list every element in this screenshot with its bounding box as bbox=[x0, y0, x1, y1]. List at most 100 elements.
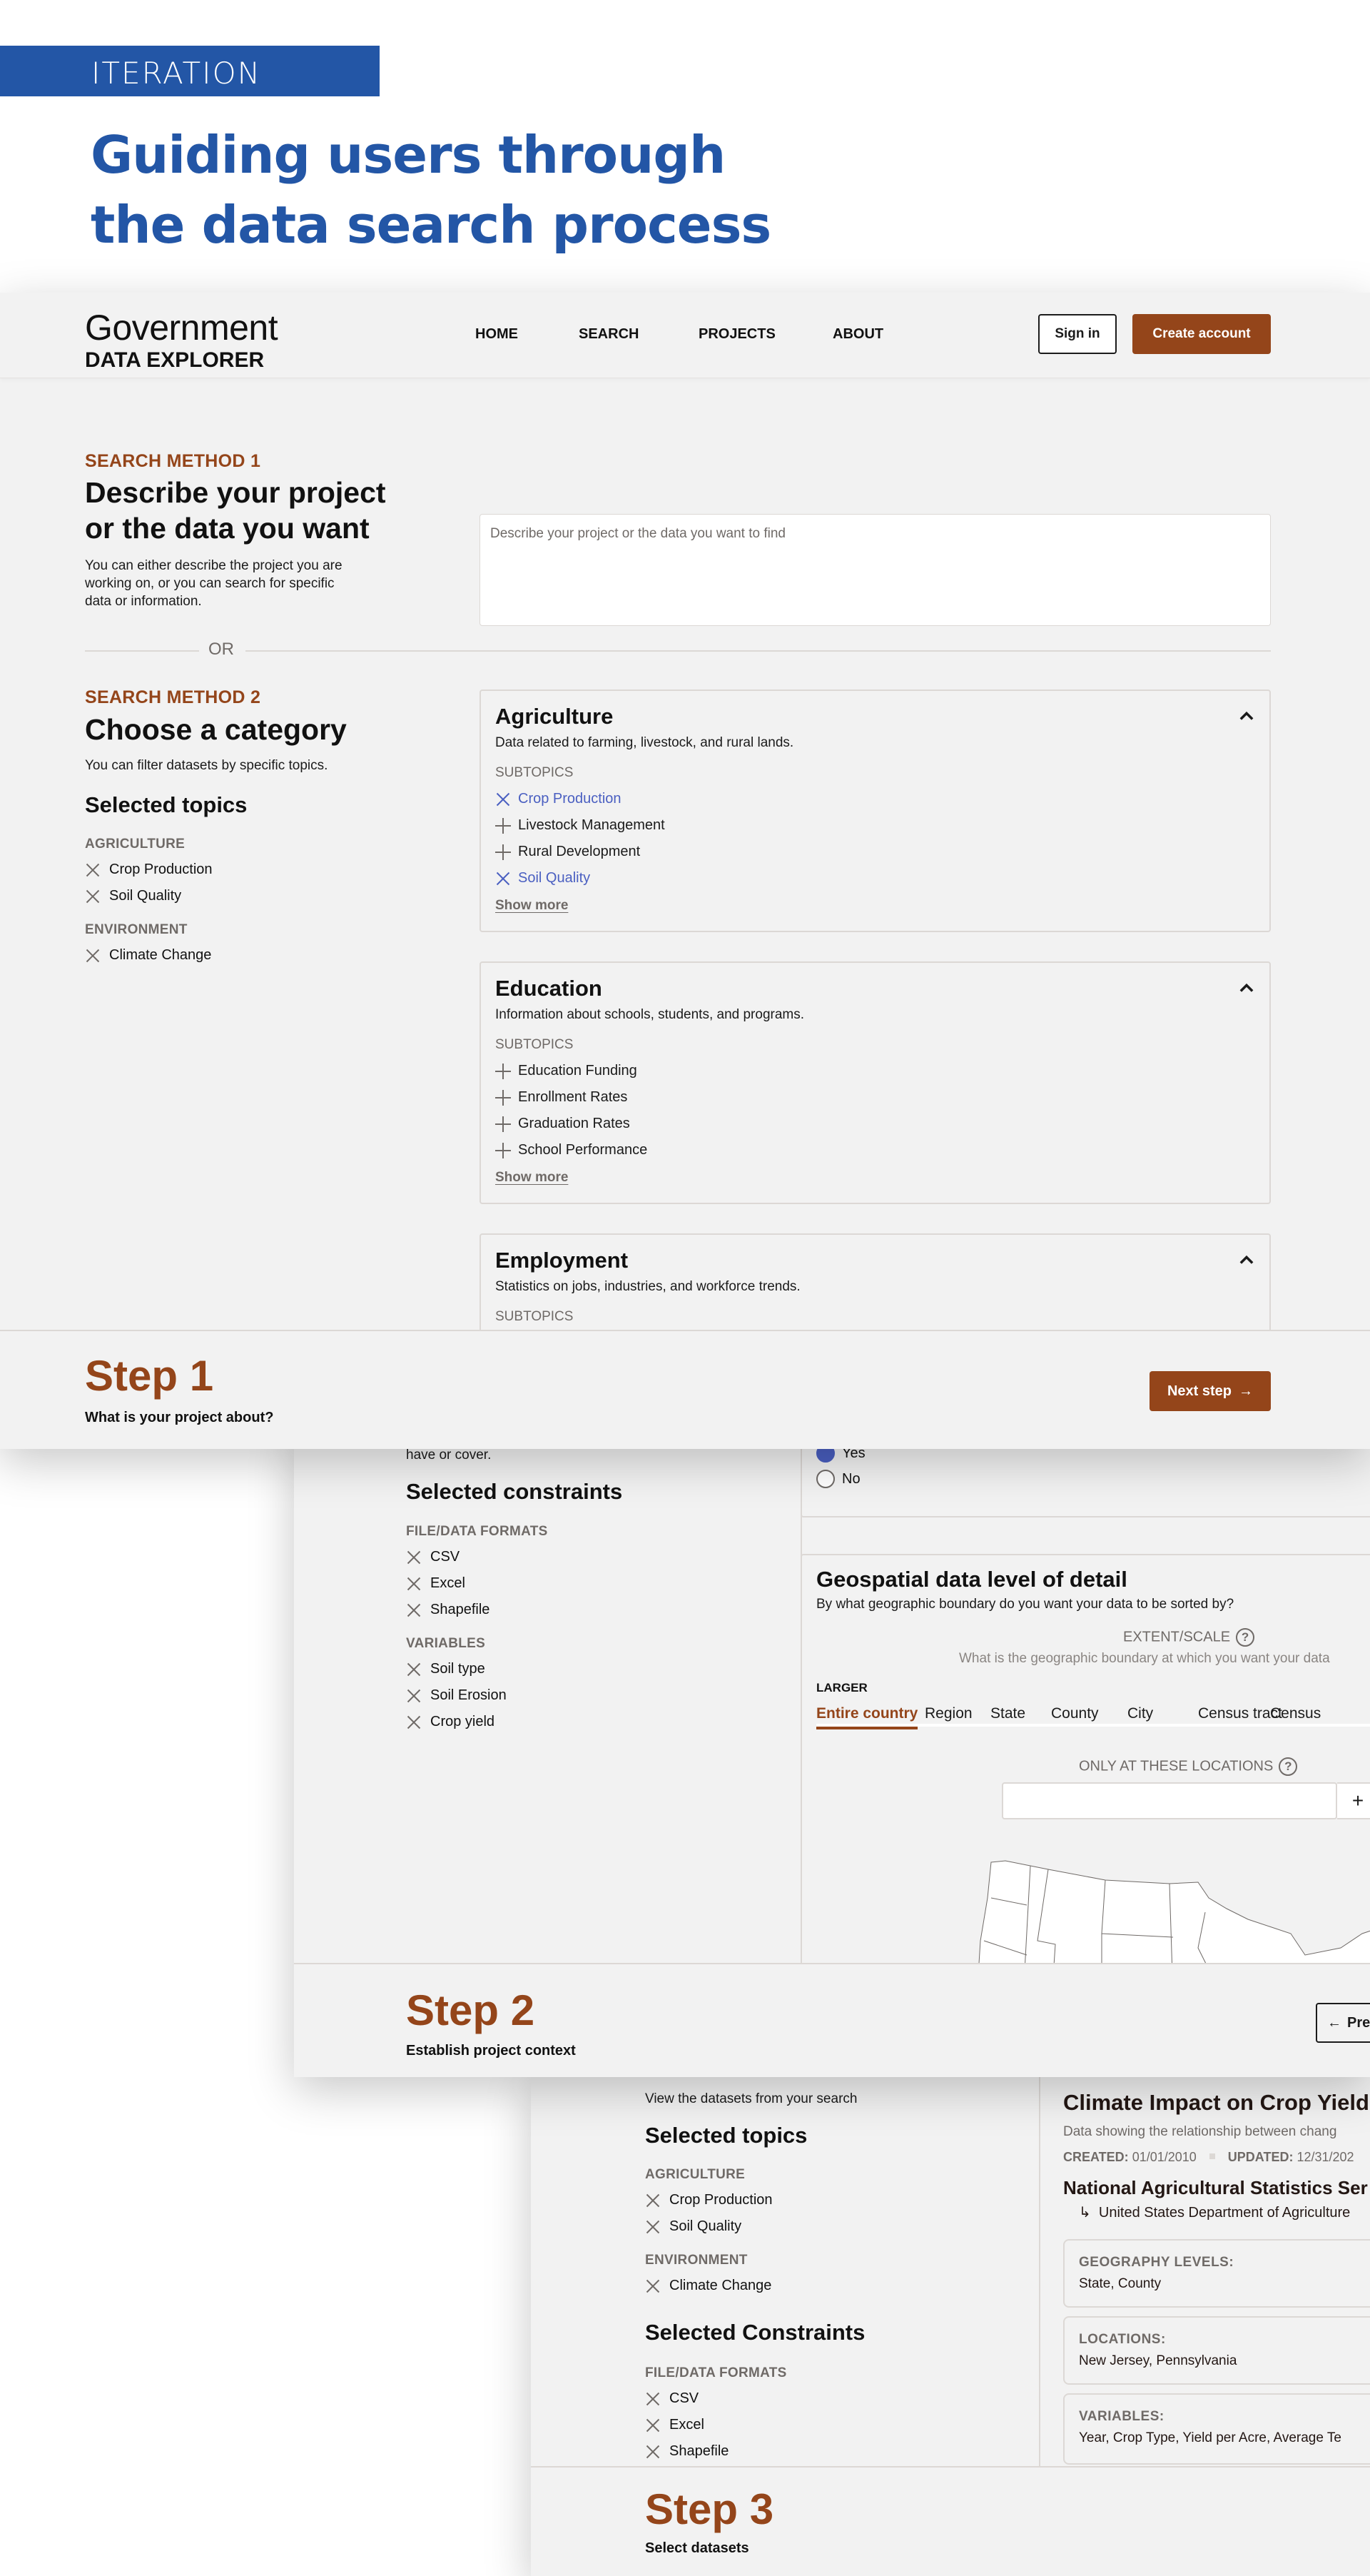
dataset-card[interactable]: Climate Impact on Crop Yield Data showin… bbox=[1040, 2070, 1370, 2466]
radio-unchecked-icon[interactable] bbox=[816, 1470, 835, 1488]
subtopics-label: SUBTOPICS bbox=[495, 1037, 574, 1052]
subtopic-item[interactable]: Soil Quality bbox=[495, 870, 590, 887]
selected-topic-chip[interactable]: Soil Quality bbox=[85, 888, 181, 904]
selected-topic-chip[interactable]: Soil Quality bbox=[645, 2218, 741, 2235]
chevron-up-icon[interactable] bbox=[1237, 979, 1257, 999]
selected-topic-chip[interactable]: Climate Change bbox=[645, 2278, 771, 2294]
add-plus-icon bbox=[495, 1089, 511, 1106]
step-title: Step 2 bbox=[406, 1986, 535, 2034]
method1-desc-line-2: working on, or you can search for specif… bbox=[85, 576, 335, 591]
dataset-title[interactable]: Climate Impact on Crop Yield bbox=[1063, 2090, 1369, 2116]
remove-x-icon[interactable] bbox=[645, 2278, 661, 2294]
info-locations: LOCATIONS: New Jersey, Pennsylvania bbox=[1063, 2316, 1370, 2385]
step2-screen: have or cover. Selected constraints FILE… bbox=[294, 1420, 1370, 2077]
constraint-chip[interactable]: CSV bbox=[406, 1549, 460, 1565]
or-divider-right bbox=[245, 650, 1271, 652]
brand-subtitle[interactable]: DATA EXPLORER bbox=[85, 348, 264, 373]
show-more-link[interactable]: Show more bbox=[495, 1170, 568, 1186]
add-plus-icon bbox=[495, 817, 511, 834]
selected-topic-label: Crop Production bbox=[669, 2192, 773, 2208]
remove-x-icon[interactable] bbox=[406, 1714, 422, 1730]
remove-x-icon[interactable] bbox=[406, 1550, 422, 1565]
describe-project-input[interactable] bbox=[480, 514, 1271, 626]
navbar: Government DATA EXPLORER HOME SEARCH PRO… bbox=[0, 293, 1370, 378]
dataset-parent-agency: ↳ United States Department of Agricultur… bbox=[1079, 2203, 1350, 2221]
constraint-chip[interactable]: Excel bbox=[645, 2417, 704, 2433]
remove-x-icon[interactable] bbox=[406, 1688, 422, 1704]
remove-x-icon[interactable] bbox=[406, 1576, 422, 1592]
geospatial-card: Geospatial data level of detail By what … bbox=[801, 1554, 1370, 1998]
next-step-button[interactable]: Next step → bbox=[1150, 1371, 1271, 1411]
locations-input[interactable] bbox=[1002, 1782, 1337, 1819]
category-description: Statistics on jobs, industries, and work… bbox=[495, 1279, 801, 1294]
add-plus-icon bbox=[495, 1142, 511, 1158]
nav-home[interactable]: HOME bbox=[475, 326, 518, 343]
add-location-button[interactable]: + bbox=[1337, 1782, 1370, 1819]
subtopic-item[interactable]: Enrollment Rates bbox=[495, 1089, 627, 1106]
constraint-chip[interactable]: CSV bbox=[645, 2390, 699, 2407]
remove-x-icon[interactable] bbox=[406, 1602, 422, 1618]
selected-topic-chip[interactable]: Crop Production bbox=[85, 862, 213, 878]
subtopic-label: Rural Development bbox=[518, 844, 641, 859]
nav-projects[interactable]: PROJECTS bbox=[699, 326, 776, 343]
remove-x-icon[interactable] bbox=[406, 1662, 422, 1677]
step-subtitle: Establish project context bbox=[406, 2043, 576, 2059]
subtopic-label: Graduation Rates bbox=[518, 1116, 630, 1131]
remove-x-icon bbox=[495, 871, 511, 887]
nav-search[interactable]: SEARCH bbox=[579, 326, 639, 343]
arrow-left-icon: ← bbox=[1327, 2014, 1341, 2031]
constraint-chip[interactable]: Crop yield bbox=[406, 1714, 494, 1730]
selected-topics-heading: Selected topics bbox=[645, 2123, 808, 2148]
constraint-chip[interactable]: Soil type bbox=[406, 1661, 485, 1677]
constraint-group-variables: VARIABLES bbox=[406, 1636, 486, 1651]
constraint-chip[interactable]: Shapefile bbox=[645, 2443, 729, 2460]
selected-topic-chip[interactable]: Climate Change bbox=[85, 947, 211, 964]
next-step-label: Next step bbox=[1167, 1383, 1232, 1399]
constraint-chip[interactable]: Excel bbox=[406, 1575, 465, 1592]
tab-state[interactable]: State bbox=[990, 1705, 1025, 1722]
nav-about[interactable]: ABOUT bbox=[833, 326, 883, 343]
sign-in-button[interactable]: Sign in bbox=[1038, 314, 1117, 354]
subtopic-item[interactable]: Education Funding bbox=[495, 1063, 637, 1079]
tab-region[interactable]: Region bbox=[925, 1705, 973, 1722]
subtopic-item[interactable]: Crop Production bbox=[495, 791, 621, 807]
brand-title[interactable]: Government bbox=[85, 307, 278, 348]
chevron-up-icon[interactable] bbox=[1237, 1251, 1257, 1271]
subtopic-item[interactable]: Rural Development bbox=[495, 844, 640, 860]
chevron-up-icon[interactable] bbox=[1237, 707, 1257, 727]
remove-x-icon[interactable] bbox=[645, 2193, 661, 2208]
iteration-tag-text: ITERATION bbox=[91, 56, 262, 91]
remove-x-icon[interactable] bbox=[85, 889, 101, 904]
subtopic-label: Soil Quality bbox=[518, 870, 591, 886]
remove-x-icon[interactable] bbox=[645, 2219, 661, 2235]
constraint-group-formats: FILE/DATA FORMATS bbox=[406, 1524, 548, 1539]
help-icon[interactable]: ? bbox=[1236, 1628, 1255, 1647]
selected-topics-heading: Selected topics bbox=[85, 792, 248, 817]
constraint-chip[interactable]: Soil Erosion bbox=[406, 1687, 507, 1704]
radio-no[interactable]: No bbox=[816, 1470, 861, 1488]
previous-step-button[interactable]: ← Pre bbox=[1316, 2003, 1370, 2043]
create-account-button[interactable]: Create account bbox=[1132, 314, 1271, 354]
subtopic-item[interactable]: Livestock Management bbox=[495, 817, 665, 834]
separator-dot bbox=[1209, 2153, 1215, 2159]
tab-entire-country[interactable]: Entire country bbox=[816, 1705, 918, 1729]
subtopic-item[interactable]: School Performance bbox=[495, 1142, 647, 1158]
dataset-dates: CREATED: 01/01/2010 UPDATED: 12/31/202 bbox=[1063, 2150, 1354, 2165]
selected-topic-chip[interactable]: Crop Production bbox=[645, 2192, 773, 2208]
method1-title-line-2: or the data you want bbox=[85, 512, 370, 545]
help-icon[interactable]: ? bbox=[1279, 1757, 1298, 1776]
tab-census[interactable]: Census bbox=[1270, 1705, 1321, 1722]
tab-county[interactable]: County bbox=[1051, 1705, 1099, 1722]
constraint-chip[interactable]: Shapefile bbox=[406, 1602, 489, 1618]
subtopic-item[interactable]: Graduation Rates bbox=[495, 1116, 630, 1132]
remove-x-icon[interactable] bbox=[85, 948, 101, 964]
remove-x-icon[interactable] bbox=[85, 862, 101, 878]
remove-x-icon[interactable] bbox=[645, 2444, 661, 2460]
remove-x-icon[interactable] bbox=[645, 2418, 661, 2433]
show-more-link[interactable]: Show more bbox=[495, 898, 568, 914]
tab-city[interactable]: City bbox=[1127, 1705, 1153, 1722]
remove-x-icon[interactable] bbox=[645, 2391, 661, 2407]
locations-label: ONLY AT THESE LOCATIONS? bbox=[1079, 1757, 1298, 1776]
step2-footer: Step 2 Establish project context ← Pre bbox=[294, 1963, 1370, 2077]
add-plus-icon bbox=[495, 844, 511, 860]
